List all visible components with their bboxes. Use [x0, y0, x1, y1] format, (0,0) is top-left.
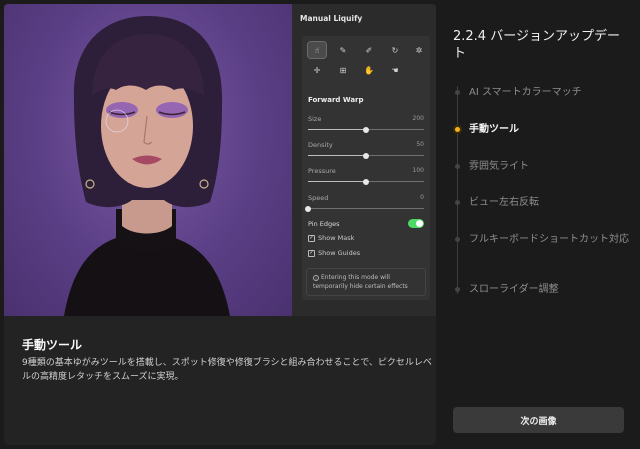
feature-preview-card: Manual Liquify ☝ ✎ ✐ ↻ ✲ ✛ ⊞ ✋ ☚ Forward… — [4, 4, 436, 445]
steps-timeline — [457, 86, 458, 294]
portrait-photo — [4, 4, 292, 316]
show-guides-row[interactable]: ✓ Show Guides — [308, 249, 360, 257]
liquify-controls: ☝ ✎ ✐ ↻ ✲ ✛ ⊞ ✋ ☚ Forward Warp Size 200 … — [302, 36, 430, 300]
speed-slider[interactable] — [305, 205, 424, 212]
show-guides-label: Show Guides — [318, 249, 361, 257]
pressure-value: 100 — [412, 167, 424, 174]
section-title: Forward Warp — [308, 96, 364, 104]
info-notice: i Entering this mode will temporarily hid… — [306, 268, 426, 296]
size-slider[interactable] — [308, 126, 424, 133]
panel-title: Manual Liquify — [300, 14, 363, 23]
pin-edges-label: Pin Edges — [308, 220, 340, 228]
density-slider[interactable] — [308, 152, 424, 159]
size-label: Size — [308, 115, 322, 123]
step-dot-icon — [455, 237, 460, 242]
bloat-icon[interactable]: ✛ — [308, 62, 326, 78]
step-dot-icon — [455, 90, 460, 95]
slider-knob[interactable] — [363, 178, 369, 185]
liquify-panel: Manual Liquify ☝ ✎ ✐ ↻ ✲ ✛ ⊞ ✋ ☚ Forward… — [292, 4, 436, 316]
show-mask-label: Show Mask — [318, 234, 355, 242]
step-label: AI スマートカラーマッチ — [469, 87, 582, 98]
tool-grid: ☝ ✎ ✐ ↻ ✲ ✛ ⊞ ✋ ☚ — [306, 40, 426, 80]
pin-edges-toggle[interactable] — [408, 219, 424, 228]
info-text: Entering this mode will temporarily hide… — [313, 274, 408, 290]
warp-brush-icon[interactable]: ☝ — [307, 41, 327, 59]
checkbox-checked-icon[interactable]: ✓ — [308, 249, 315, 257]
reconstruct-icon[interactable]: ✎ — [334, 42, 352, 58]
feature-title: 手動ツール — [22, 338, 83, 352]
step-label: フルキーボードショートカット対応 — [469, 234, 629, 245]
update-title: 2.2.4 バージョンアップデート — [453, 29, 620, 61]
feature-description: 9種類の基本ゆがみツールを搭載し、スポット修復や修復ブラシと組み合わせることで、… — [22, 358, 432, 382]
next-image-button[interactable]: 次の画像 — [453, 407, 624, 433]
size-value: 200 — [412, 115, 424, 122]
step-dot-icon — [455, 164, 460, 169]
slider-knob[interactable] — [305, 205, 311, 212]
step-dot-icon — [453, 125, 462, 134]
pucker-icon[interactable]: ✲ — [410, 42, 428, 58]
smooth-icon[interactable]: ✐ — [360, 42, 378, 58]
density-value: 50 — [416, 141, 424, 148]
show-mask-row[interactable]: ✓ Show Mask — [308, 234, 354, 242]
pressure-slider[interactable] — [308, 178, 424, 185]
step-label: スローライダー調整 — [469, 284, 559, 295]
step-dot-icon — [455, 200, 460, 205]
step-label: ビュー左右反転 — [469, 197, 539, 208]
push-left-icon[interactable]: ⊞ — [334, 62, 352, 78]
speed-label: Speed — [308, 194, 329, 202]
feature-steps: AI スマートカラーマッチ 手動ツール 雰囲気ライト ビュー左右反転 フルキーボ… — [453, 80, 633, 310]
step-dot-icon — [455, 287, 460, 292]
slider-knob[interactable] — [363, 152, 369, 159]
slider-knob[interactable] — [363, 126, 369, 133]
thaw-icon[interactable]: ☚ — [386, 62, 404, 78]
pressure-label: Pressure — [308, 167, 336, 175]
density-label: Density — [308, 141, 333, 149]
step-label: 手動ツール — [469, 124, 519, 135]
checkbox-checked-icon[interactable]: ✓ — [308, 234, 315, 242]
freeze-icon[interactable]: ✋ — [360, 62, 378, 78]
feature-preview: Manual Liquify ☝ ✎ ✐ ↻ ✲ ✛ ⊞ ✋ ☚ Forward… — [4, 4, 436, 316]
step-label: 雰囲気ライト — [469, 161, 529, 172]
twirl-icon[interactable]: ↻ — [386, 42, 404, 58]
speed-value: 0 — [420, 194, 424, 201]
info-icon: i — [313, 274, 319, 281]
